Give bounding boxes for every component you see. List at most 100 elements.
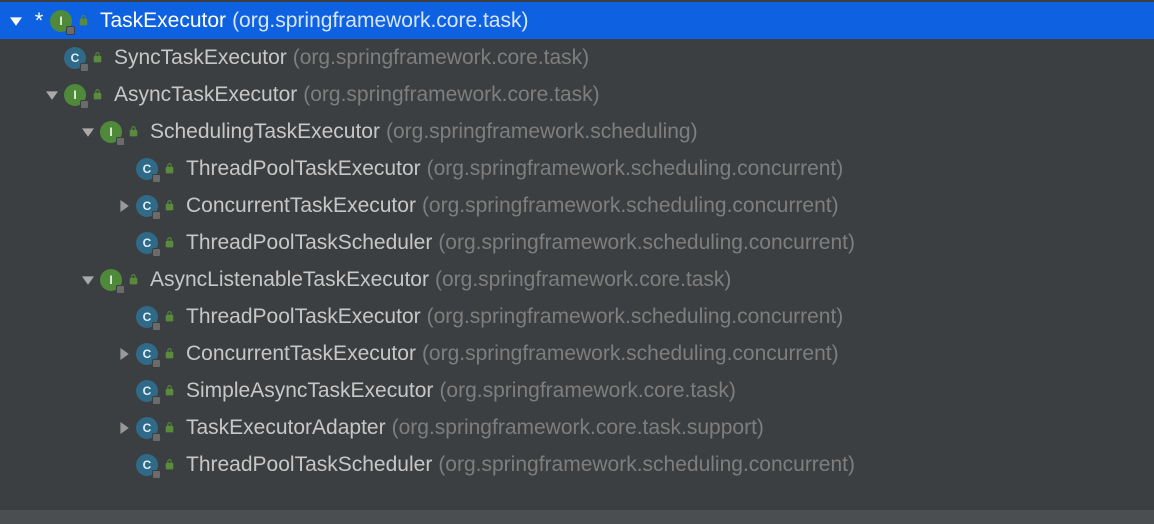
class-name: ThreadPoolTaskScheduler [186,231,432,255]
type-letter: C [143,162,152,176]
tree-row-concurrent-task-executor-1[interactable]: CConcurrentTaskExecutor(org.springframew… [0,187,1154,224]
lock-icon [160,458,178,471]
class-name: AsyncListenableTaskExecutor [150,268,429,292]
subclass-overlay-icon [66,26,75,35]
lock-icon [160,199,178,212]
chevron-right-icon[interactable] [114,422,134,434]
lock-icon [160,384,178,397]
lock-icon [160,347,178,360]
subclass-overlay-icon [152,396,161,405]
horizontal-scrollbar[interactable] [0,510,1154,524]
subclass-overlay-icon [152,174,161,183]
tree-row-simple-async-task-executor[interactable]: C SimpleAsyncTaskExecutor(org.springframe… [0,372,1154,409]
chevron-down-icon[interactable] [78,274,98,286]
class-name: TaskExecutor [100,9,226,33]
lock-icon [88,88,106,101]
class-icon: C [136,306,158,328]
lock-icon [124,125,142,138]
class-name: TaskExecutorAdapter [186,416,386,440]
class-name: ThreadPoolTaskExecutor [186,157,421,181]
package-label: (org.springframework.core.task) [293,46,589,70]
subclass-overlay-icon [152,470,161,479]
type-letter: C [143,236,152,250]
subclass-overlay-icon [80,63,89,72]
class-icon: C [136,380,158,402]
type-letter: C [143,421,152,435]
tree-row-concurrent-task-executor-2[interactable]: C ConcurrentTaskExecutor(org.springframew… [0,335,1154,372]
class-name: SchedulingTaskExecutor [150,120,380,144]
package-label: (org.springframework.core.task.support) [392,416,764,440]
package-label: (org.springframework.scheduling.concurre… [427,305,844,329]
subclass-overlay-icon [152,248,161,257]
chevron-down-icon[interactable] [78,126,98,138]
package-label: (org.springframework.core.task) [435,268,731,292]
package-label: (org.springframework.scheduling.concurre… [438,453,855,477]
class-icon: C [136,417,158,439]
tree-row-scheduling-task-executor[interactable]: I SchedulingTaskExecutor(org.springframew… [0,113,1154,150]
type-letter: I [109,125,112,139]
class-name: ThreadPoolTaskExecutor [186,305,421,329]
chevron-down-icon[interactable] [6,15,26,27]
type-letter: I [109,273,112,287]
chevron-down-icon[interactable] [42,89,62,101]
class-icon: C [136,195,158,217]
lock-icon [88,51,106,64]
package-label: (org.springframework.scheduling.concurre… [427,157,844,181]
tree-row-thread-pool-task-scheduler-2[interactable]: C ThreadPoolTaskScheduler(org.springframe… [0,446,1154,483]
tree-row-thread-pool-task-executor-2[interactable]: C ThreadPoolTaskExecutor(org.springframew… [0,298,1154,335]
current-marker-icon: * [28,8,50,34]
lock-icon [124,273,142,286]
package-label: (org.springframework.scheduling.concurre… [422,342,839,366]
type-letter: C [143,384,152,398]
tree-row-task-executor[interactable]: * I TaskExecutor(org.springframework.core.… [0,2,1154,39]
type-letter: I [59,14,62,28]
lock-icon [74,14,92,27]
package-label: (org.springframework.scheduling.concurre… [438,231,855,255]
class-name: ThreadPoolTaskScheduler [186,453,432,477]
package-label: (org.springframework.core.task) [232,9,528,33]
package-label: (org.springframework.scheduling) [386,120,698,144]
type-letter: C [143,199,152,213]
interface-icon: I [100,121,122,143]
interface-icon: I [64,84,86,106]
class-icon: C [136,454,158,476]
class-name: ConcurrentTaskExecutor [186,342,416,366]
chevron-right-icon[interactable] [114,348,134,360]
type-letter: C [143,347,152,361]
lock-icon [160,162,178,175]
class-name: AsyncTaskExecutor [114,83,297,107]
subclass-overlay-icon [152,322,161,331]
class-name: ConcurrentTaskExecutor [186,194,416,218]
tree-row-async-listenable-task-executor[interactable]: I AsyncListenableTaskExecutor(org.springf… [0,261,1154,298]
subclass-overlay-icon [152,433,161,442]
class-icon: C [136,232,158,254]
interface-icon: I [100,269,122,291]
subclass-overlay-icon [116,137,125,146]
type-letter: C [143,310,152,324]
subclass-overlay-icon [152,359,161,368]
tree-row-thread-pool-task-executor-1[interactable]: C ThreadPoolTaskExecutor(org.springframew… [0,150,1154,187]
class-icon: C [136,343,158,365]
subclass-overlay-icon [80,100,89,109]
class-icon: C [64,47,86,69]
lock-icon [160,236,178,249]
interface-icon: I [50,10,72,32]
tree-row-task-executor-adapter[interactable]: C TaskExecutorAdapter(org.springframework… [0,409,1154,446]
class-name: SyncTaskExecutor [114,46,287,70]
hierarchy-tree: *ITaskExecutor(org.springframework.core.… [0,0,1154,483]
subclass-overlay-icon [152,211,161,220]
type-letter: C [71,51,80,65]
type-letter: I [73,88,76,102]
tree-row-thread-pool-task-scheduler-1[interactable]: C ThreadPoolTaskScheduler(org.springframe… [0,224,1154,261]
lock-icon [160,310,178,323]
class-icon: C [136,158,158,180]
type-letter: C [143,458,152,472]
lock-icon [160,421,178,434]
subclass-overlay-icon [116,285,125,294]
package-label: (org.springframework.core.task) [439,379,735,403]
class-name: SimpleAsyncTaskExecutor [186,379,433,403]
package-label: (org.springframework.core.task) [303,83,599,107]
tree-row-sync-task-executor[interactable]: C SyncTaskExecutor(org.springframework.co… [0,39,1154,76]
chevron-right-icon[interactable] [114,200,134,212]
tree-row-async-task-executor[interactable]: I AsyncTaskExecutor(org.springframework.c… [0,76,1154,113]
